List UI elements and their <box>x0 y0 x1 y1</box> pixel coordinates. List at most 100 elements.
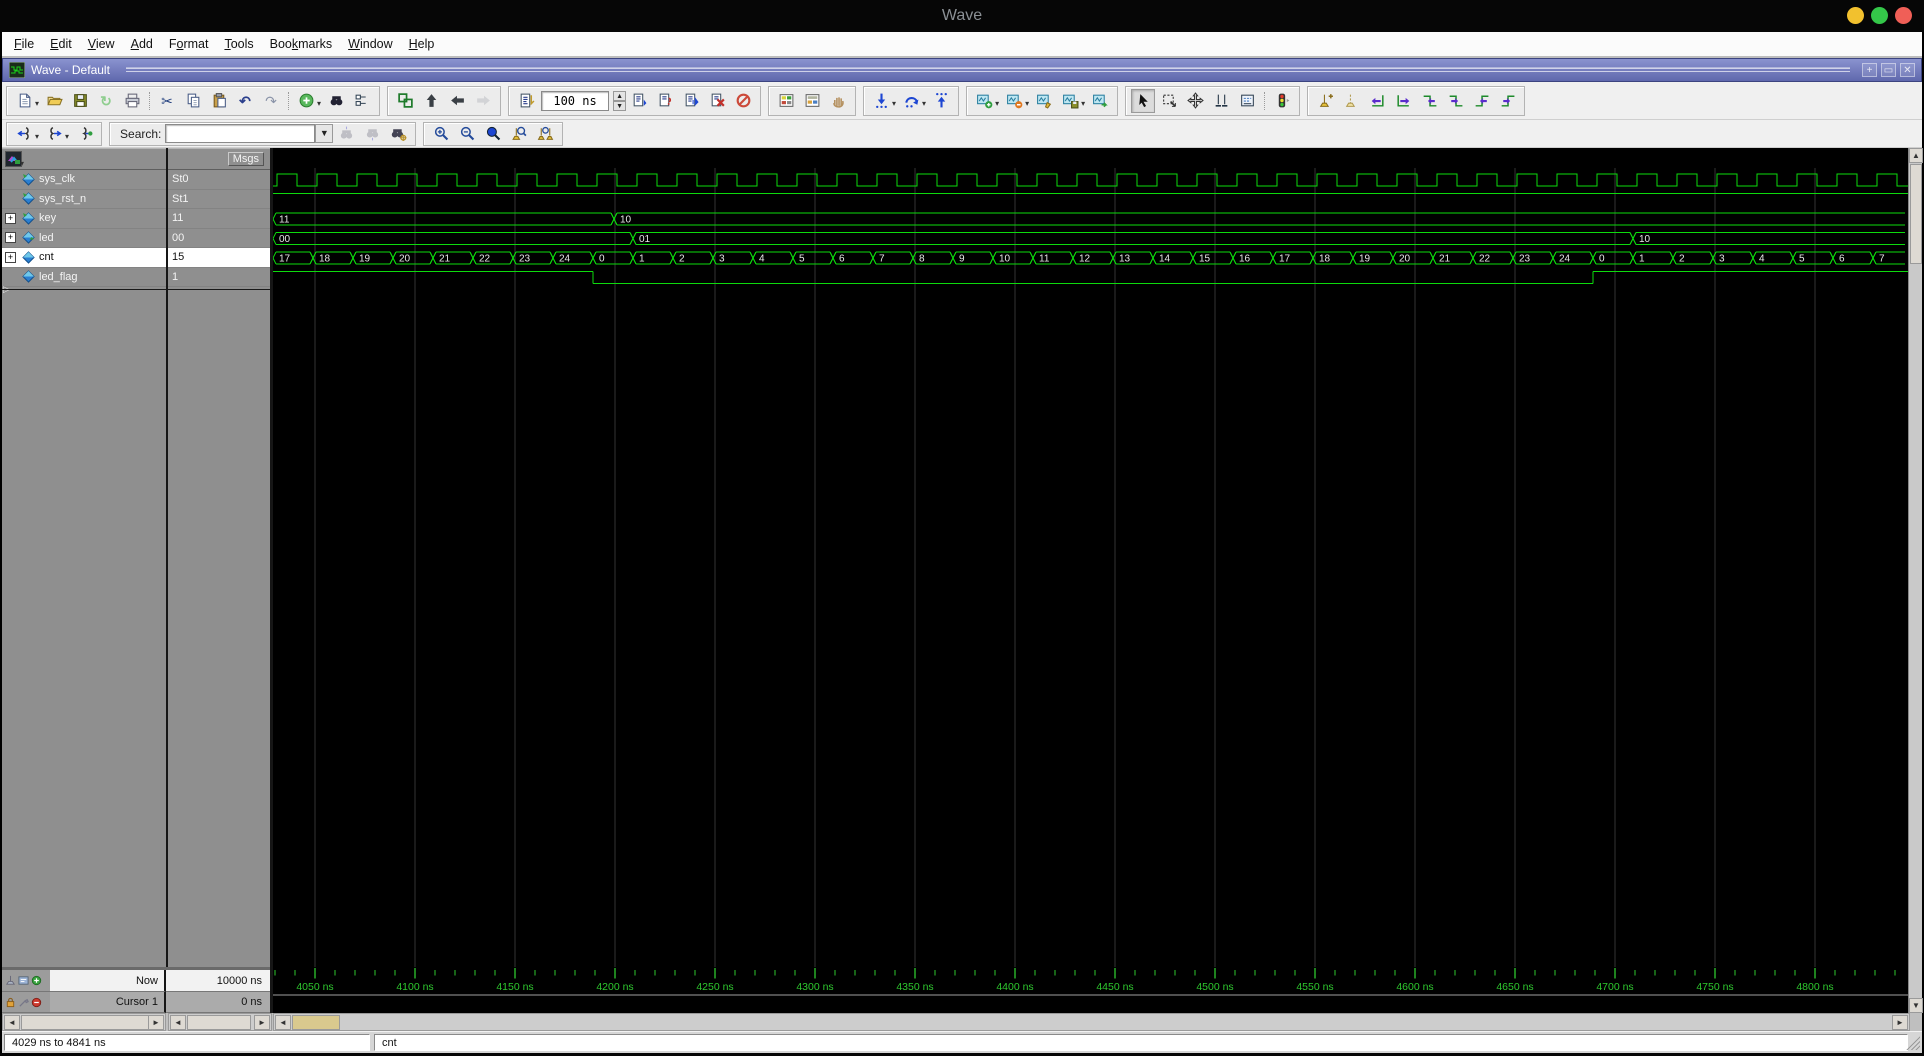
expand-box[interactable]: + <box>5 251 16 263</box>
signal-value-led[interactable]: 00 <box>168 229 270 248</box>
maximize-light[interactable] <box>1871 7 1888 24</box>
menu-format[interactable]: Format <box>161 34 217 54</box>
scroll-down-button[interactable]: ▼ <box>1909 998 1923 1013</box>
memory-data-button[interactable] <box>800 89 824 113</box>
spin-down[interactable]: ▼ <box>613 100 627 111</box>
signal-mode-dropdown[interactable]: ▾ <box>20 159 24 168</box>
pane-grip-texture[interactable] <box>125 66 1850 74</box>
wave-scroll-right[interactable]: ► <box>1892 1015 1908 1030</box>
menu-tools[interactable]: Tools <box>216 34 261 54</box>
cut-button[interactable]: ✂ <box>155 89 179 113</box>
open-button[interactable] <box>42 89 66 113</box>
names-scroll-left[interactable]: ◄ <box>4 1015 20 1030</box>
expand-box[interactable]: + <box>5 212 16 224</box>
previous-transition-button[interactable] <box>1365 89 1389 113</box>
add-selected-button[interactable] <box>294 89 318 113</box>
cursor-mode-button[interactable] <box>1209 89 1233 113</box>
lock-cursor-icon[interactable] <box>5 997 16 1008</box>
group-signals-button[interactable] <box>393 89 417 113</box>
cursor-properties-icon[interactable] <box>18 975 29 986</box>
paste-button[interactable] <box>207 89 231 113</box>
signal-row-sys_clk[interactable]: sys_clk <box>2 170 166 190</box>
signal-value-cnt[interactable]: 15 <box>168 248 270 268</box>
names-scroll-right[interactable]: ► <box>148 1015 164 1030</box>
wave-canvas[interactable]: 11 10 00 01 10 17 18 19 20 21 22 23 24 0 1 2 3 4 5 6 7 8 9 10 11… <box>269 148 1908 1013</box>
move-left-button[interactable] <box>445 89 469 113</box>
zoom-in-button[interactable] <box>429 122 453 146</box>
move-up-button[interactable] <box>419 89 443 113</box>
run-length-field[interactable]: 100 ns <box>541 90 610 111</box>
cursor1-label-cell[interactable]: Cursor 1 <box>50 992 166 1013</box>
select-mode-button[interactable] <box>1131 88 1156 113</box>
new-file-button[interactable] <box>12 89 36 113</box>
next-transition-button[interactable] <box>1391 89 1415 113</box>
msgs-header-label[interactable]: Msgs <box>227 152 264 166</box>
signal-row-key[interactable]: + key <box>2 209 166 229</box>
names-hscrollbar[interactable]: ◄ ► <box>2 1013 166 1031</box>
pan-mode-button[interactable] <box>1183 89 1207 113</box>
pan-hand-button[interactable] <box>826 89 850 113</box>
vertical-scroll-thumb[interactable] <box>1910 164 1922 264</box>
signal-row-cnt[interactable]: + cnt <box>2 248 166 268</box>
zoom-full-button[interactable] <box>481 122 505 146</box>
expand-box[interactable]: + <box>5 232 16 244</box>
copy-button[interactable] <box>181 89 205 113</box>
menu-bookmarks[interactable]: Bookmarks <box>262 34 341 54</box>
run-continue-button[interactable] <box>653 89 677 113</box>
menu-window[interactable]: Window <box>340 34 400 54</box>
cursor1-value-cell[interactable]: 0 ns <box>166 992 270 1013</box>
remove-cursor-icon[interactable] <box>31 997 42 1008</box>
pane-maximize-button[interactable]: ▭ <box>1881 63 1896 77</box>
zoom-range-button[interactable] <box>533 122 557 146</box>
next-falling-edge-button[interactable] <box>1443 89 1467 113</box>
wave-vertical-scrollbar[interactable]: ▲ ▼ <box>1908 148 1923 1013</box>
add-cursor-icon[interactable] <box>31 975 42 986</box>
insert-cursor-small-icon[interactable] <box>5 975 16 986</box>
redo-button[interactable]: ↷ <box>259 89 283 113</box>
next-rising-edge-button[interactable] <box>1495 89 1519 113</box>
names-values-splitter[interactable] <box>166 148 168 1013</box>
wave-pane-titlebar[interactable]: Wave - Default + ▭ ✕ <box>2 58 1922 82</box>
break-button[interactable] <box>731 89 755 113</box>
expand-hierarchy-button[interactable] <box>350 89 374 113</box>
run-length-spinner[interactable]: ▲ ▼ <box>613 90 627 111</box>
collapse-all-button[interactable] <box>72 122 96 146</box>
zoom-mode-button[interactable] <box>1157 89 1181 113</box>
search-input[interactable] <box>165 124 316 143</box>
move-right-button[interactable] <box>471 89 495 113</box>
menu-help[interactable]: Help <box>401 34 443 54</box>
insert-cursor-button[interactable] <box>1313 89 1337 113</box>
reload-button[interactable]: ↻ <box>94 89 118 113</box>
run-all-button[interactable] <box>679 89 703 113</box>
collapse-time-button[interactable] <box>12 122 36 146</box>
menu-edit[interactable]: Edit <box>42 34 80 54</box>
stop-options-button[interactable] <box>1270 89 1294 113</box>
names-scroll-thumb[interactable] <box>21 1015 149 1030</box>
signal-value-sys_rst_n[interactable]: St1 <box>168 190 270 209</box>
save-wave-button[interactable] <box>1058 89 1082 113</box>
signal-row-led[interactable]: + led <box>2 229 166 248</box>
cursor1-row[interactable]: Cursor 1 0 ns <box>2 992 270 1013</box>
edit-mode-button[interactable] <box>1235 89 1259 113</box>
signal-value-key[interactable]: 11 <box>168 209 270 229</box>
step-over-button[interactable] <box>899 89 923 113</box>
print-button[interactable] <box>120 89 144 113</box>
add-wave-button[interactable] <box>972 89 996 113</box>
zoom-cursor-button[interactable] <box>507 122 531 146</box>
memory-list-button[interactable] <box>774 89 798 113</box>
export-wave-button[interactable] <box>1088 89 1112 113</box>
run-button[interactable] <box>627 89 651 113</box>
pane-undock-button[interactable]: + <box>1862 63 1877 77</box>
pane-close-button[interactable]: ✕ <box>1900 63 1915 77</box>
values-scroll-thumb[interactable] <box>187 1015 251 1030</box>
stop-button[interactable] <box>705 89 729 113</box>
find-button[interactable] <box>324 89 348 113</box>
step-out-button[interactable] <box>929 89 953 113</box>
expand-time-button[interactable] <box>42 122 66 146</box>
previous-falling-edge-button[interactable] <box>1417 89 1441 113</box>
wave-hscrollbar[interactable]: ◄ ► <box>273 1013 1910 1031</box>
spin-up[interactable]: ▲ <box>613 90 627 101</box>
close-light[interactable] <box>1895 7 1912 24</box>
wave-scroll-thumb[interactable] <box>292 1015 340 1030</box>
edit-wave-button[interactable] <box>1032 89 1056 113</box>
